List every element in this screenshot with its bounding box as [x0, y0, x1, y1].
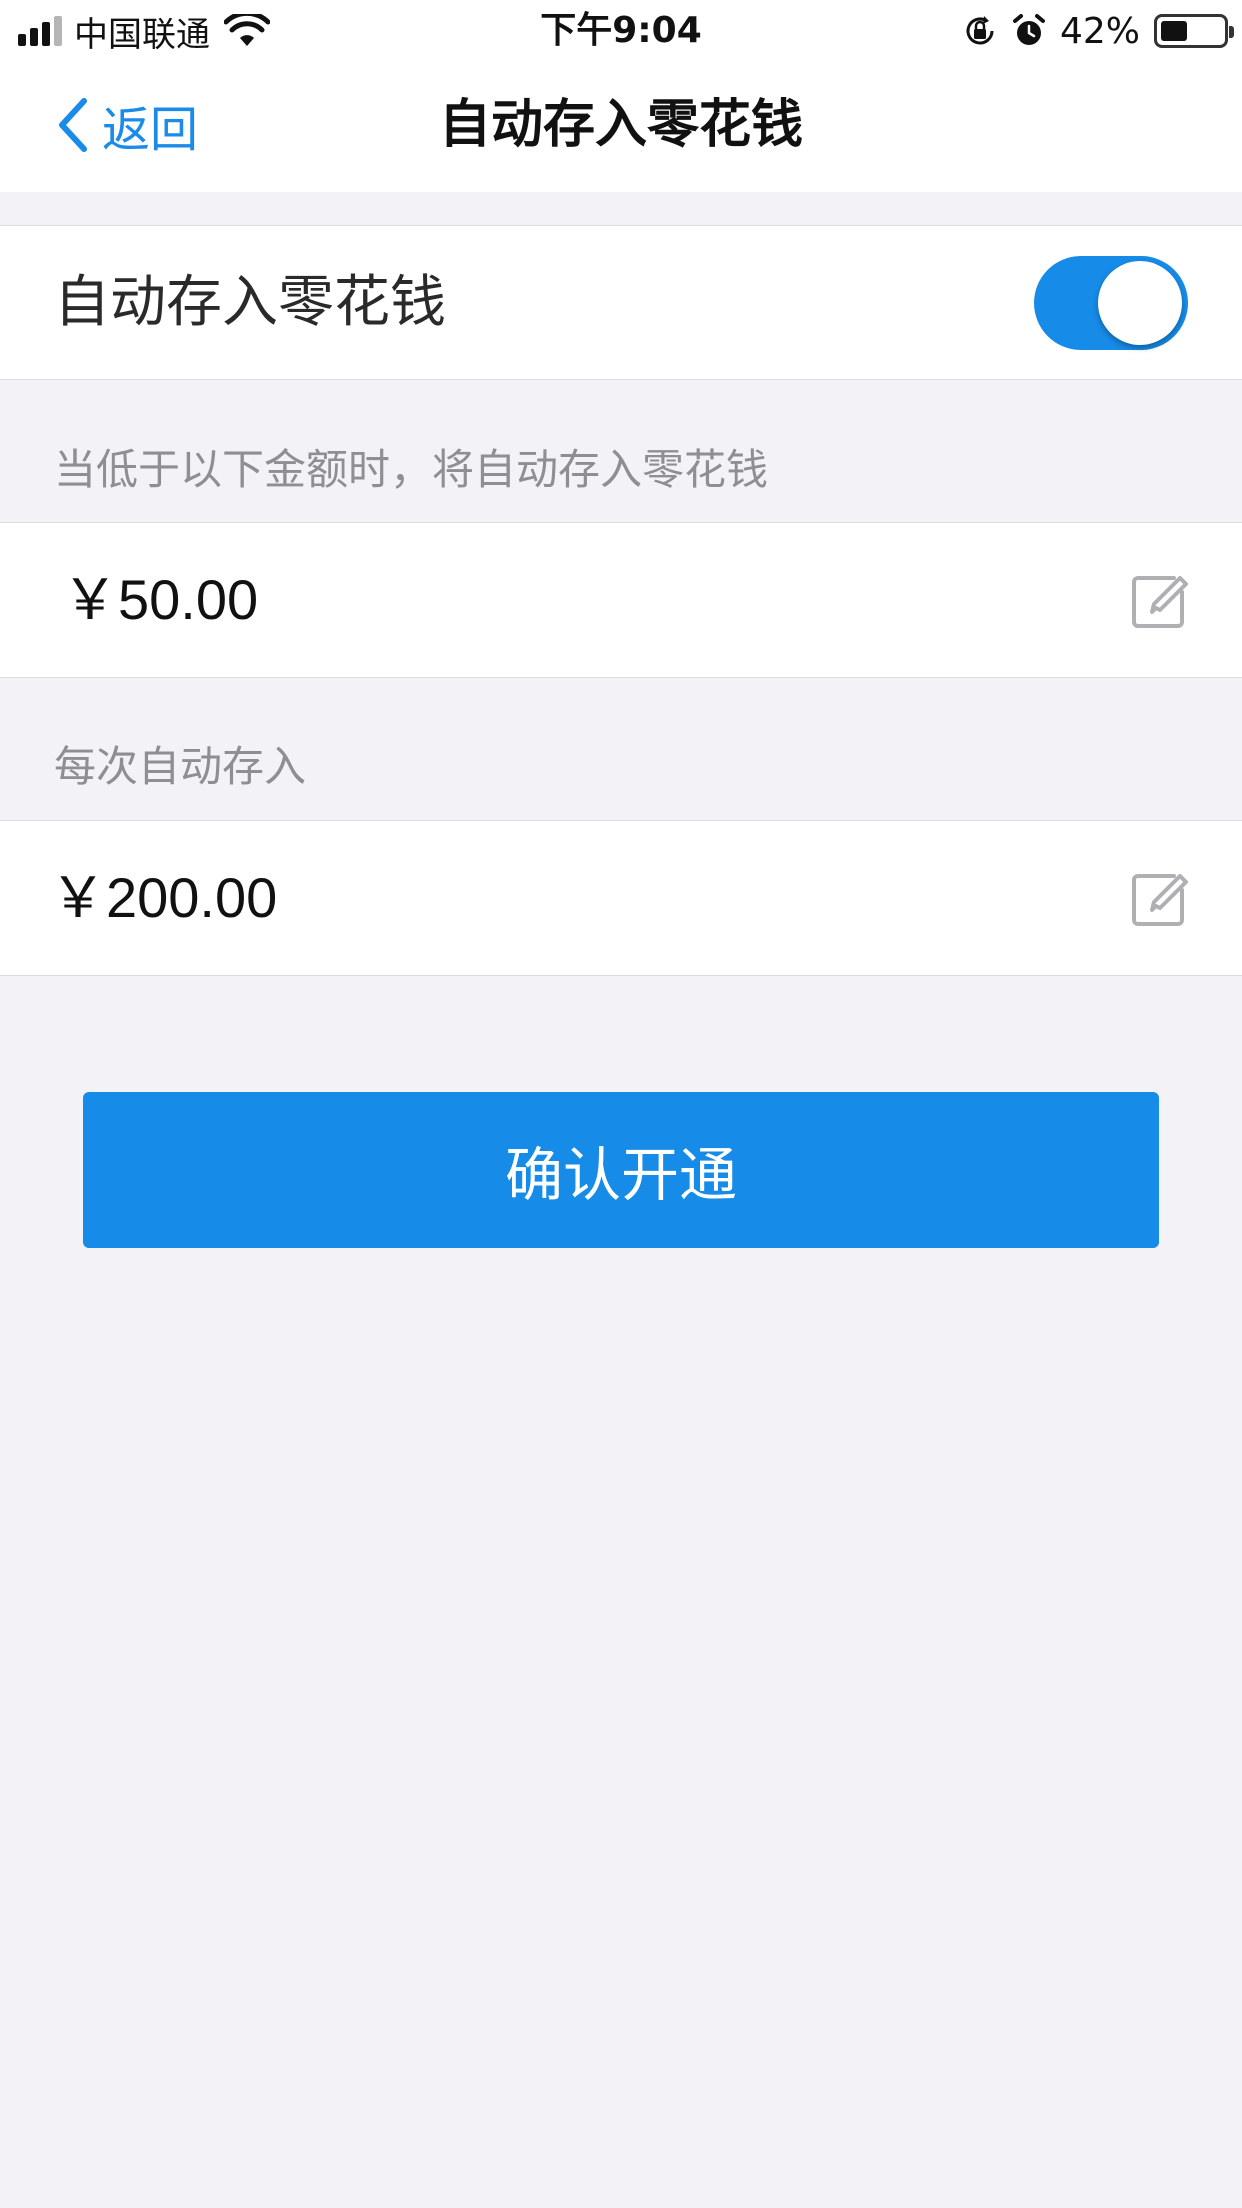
orientation-lock-icon: [966, 16, 994, 45]
confirm-button[interactable]: 确认开通: [83, 1092, 1159, 1248]
auto-save-row: 自动存入零花钱: [0, 225, 1242, 380]
navigation-bar: 返回 自动存入零花钱: [0, 62, 1242, 192]
auto-save-label: 自动存入零花钱: [54, 270, 446, 335]
edit-icon[interactable]: [1130, 570, 1190, 630]
threshold-description: 当低于以下金额时，将自动存入零花钱: [54, 445, 769, 494]
threshold-amount-row[interactable]: ￥50.00: [0, 522, 1242, 678]
deposit-description: 每次自动存入: [54, 742, 307, 791]
edit-icon[interactable]: [1130, 868, 1190, 928]
page-title: 自动存入零花钱: [438, 95, 803, 155]
battery-icon: [1154, 14, 1234, 48]
battery-level: [1161, 21, 1187, 41]
battery-percent: 42%: [1059, 10, 1140, 52]
status-bar: 中国联通 下午9:04 42%: [0, 0, 1242, 62]
threshold-amount: ￥50.00: [62, 568, 259, 631]
status-right: 42%: [962, 8, 1234, 54]
alarm-icon: [1012, 14, 1045, 45]
auto-save-toggle[interactable]: [1034, 256, 1188, 350]
deposit-amount-row[interactable]: ￥200.00: [0, 820, 1242, 976]
toggle-knob: [1098, 261, 1182, 345]
deposit-amount: ￥200.00: [50, 866, 278, 929]
